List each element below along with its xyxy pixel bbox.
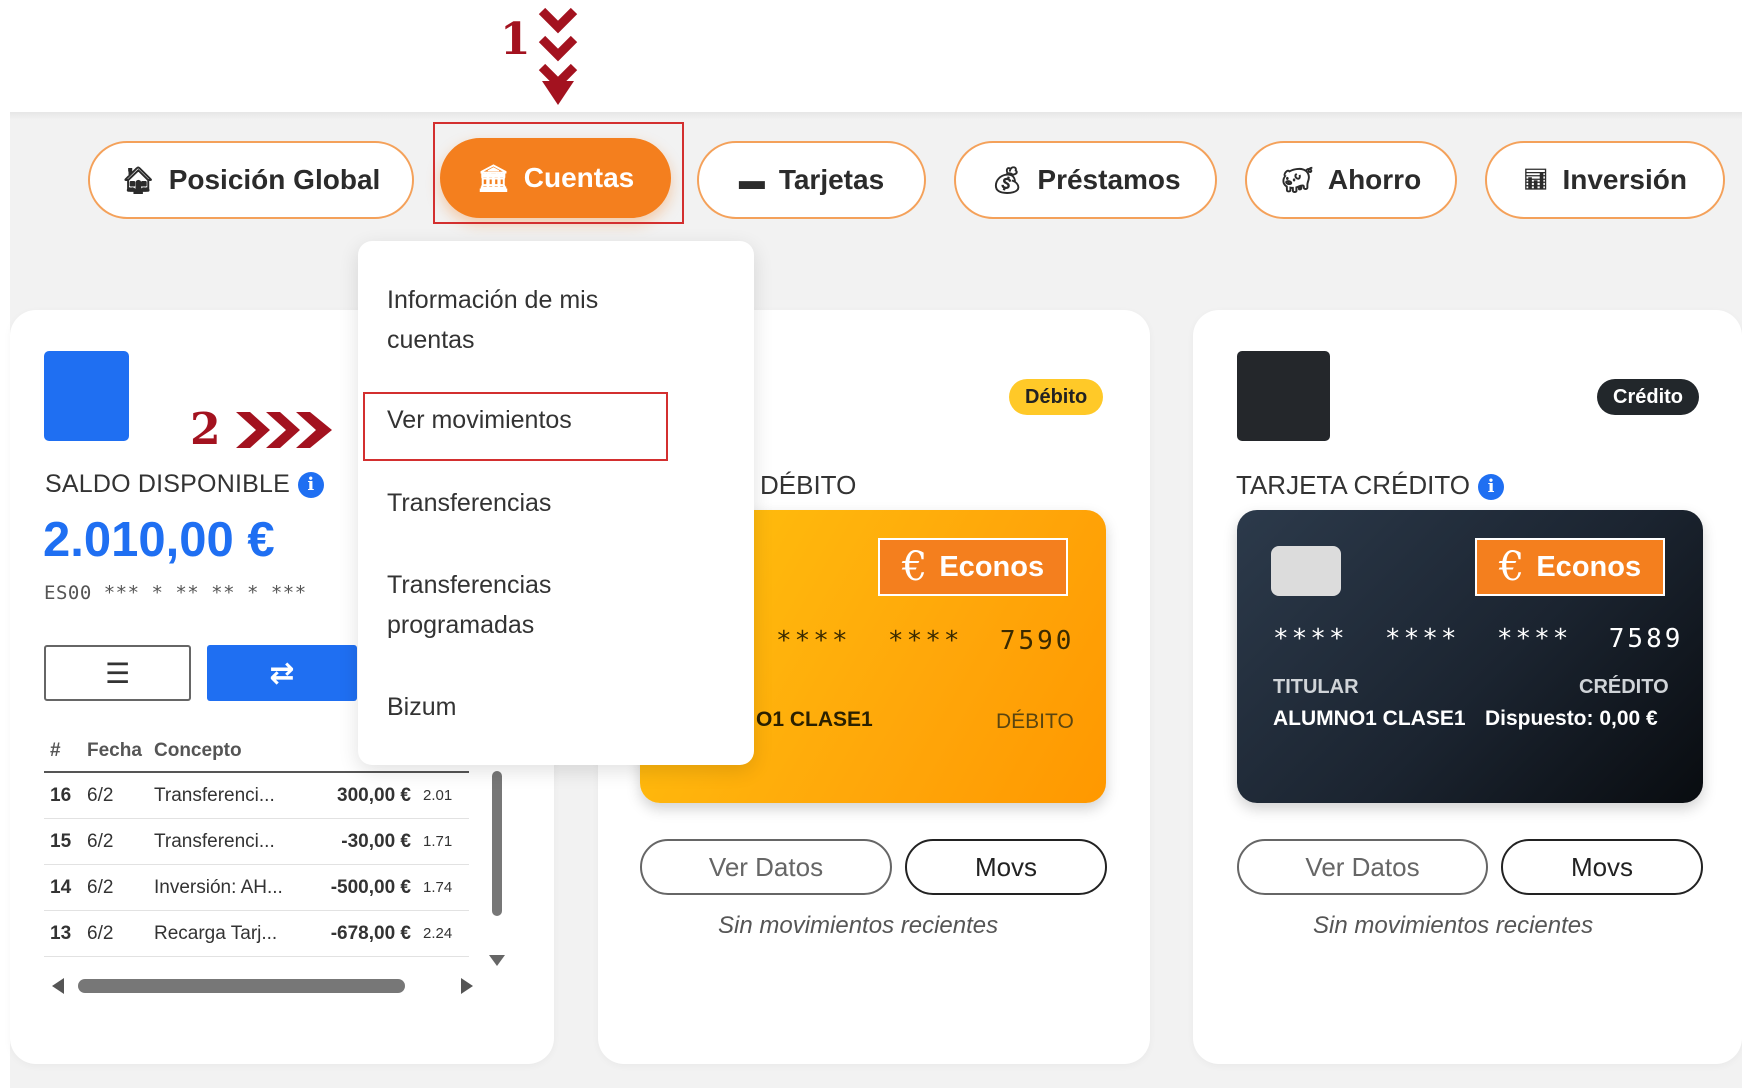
nav-tarjetas[interactable]: ▬ Tarjetas bbox=[697, 141, 926, 219]
credit-card-title: TARJETA CRÉDITO i bbox=[1236, 470, 1505, 501]
debit-card-number: **** **** 7590 bbox=[776, 626, 1075, 656]
credit-no-movements-text: Sin movimientos recientes bbox=[1313, 912, 1594, 939]
debit-badge: Débito bbox=[1009, 379, 1104, 415]
cell-date: 6/2 bbox=[81, 910, 148, 957]
credit-holder-name: ALUMNO1 CLASE1 bbox=[1273, 707, 1466, 730]
step-2-arrow-icon bbox=[236, 412, 332, 448]
table-row[interactable]: 14 6/2 Inversión: AH... -500,00 € 1.74 bbox=[44, 864, 469, 911]
debit-no-movements-text: Sin movimientos recientes bbox=[718, 912, 999, 939]
credit-card-icon: ▬ bbox=[738, 165, 765, 195]
cell-concept: Transferenci... bbox=[148, 772, 320, 819]
cell-balance: 1.74 bbox=[417, 864, 469, 911]
horizontal-scroll-thumb[interactable] bbox=[78, 979, 405, 993]
debit-type-label: DÉBITO bbox=[996, 710, 1074, 733]
credit-card-number: **** **** **** 7589 bbox=[1273, 624, 1684, 654]
econos-swoosh-icon: € bbox=[1498, 544, 1525, 590]
nav-label: Tarjetas bbox=[778, 164, 885, 195]
econos-logo: € Econos bbox=[878, 538, 1068, 596]
nav-label: Préstamos bbox=[1037, 164, 1181, 195]
nav-posicion-global[interactable]: 🏠︎ Posición Global bbox=[88, 141, 414, 219]
cell-concept: Recarga Tarj... bbox=[148, 910, 320, 957]
nav-label: Ahorro bbox=[1327, 164, 1422, 195]
menu-item-transferencias[interactable]: Transferencias bbox=[387, 483, 551, 523]
step-1-arrow-icon bbox=[538, 7, 578, 105]
piggy-bank-icon: 🐖︎ bbox=[1280, 165, 1314, 195]
credit-color-swatch bbox=[1237, 351, 1330, 441]
saldo-amount: 2.010,00 € bbox=[43, 513, 275, 567]
list-movements-button[interactable]: ☰ bbox=[44, 645, 191, 701]
credit-card-visual[interactable]: € Econos **** **** **** 7589 TITULAR CRÉ… bbox=[1237, 510, 1703, 803]
menu-item-informacion-cuentas[interactable]: Información de mis cuentas bbox=[387, 280, 687, 360]
econos-brand-text: Econos bbox=[939, 550, 1045, 583]
cell-balance: 2.24 bbox=[417, 910, 469, 957]
card-chip-icon bbox=[1271, 546, 1341, 596]
credit-badge: Crédito bbox=[1597, 379, 1699, 415]
table-row[interactable]: 13 6/2 Recarga Tarj... -678,00 € 2.24 bbox=[44, 910, 469, 957]
transfer-arrows-icon: ⇄ bbox=[269, 656, 295, 690]
cell-date: 6/2 bbox=[81, 818, 148, 865]
scroll-down-arrow-icon[interactable] bbox=[489, 955, 505, 966]
list-icon: ☰ bbox=[104, 657, 131, 689]
credit-movs-button[interactable]: Movs bbox=[1501, 839, 1703, 895]
step-2-highlight-box bbox=[363, 392, 668, 461]
debit-ver-datos-button[interactable]: Ver Datos bbox=[640, 839, 892, 895]
transfer-button[interactable]: ⇄ bbox=[207, 645, 357, 701]
col-header: Concepto bbox=[148, 731, 320, 773]
cell-number: 13 bbox=[44, 910, 81, 957]
cell-amount: -30,00 € bbox=[320, 818, 417, 865]
table-row[interactable]: 16 6/2 Transferenci... 300,00 € 2.01 bbox=[44, 772, 469, 819]
credit-ver-datos-button[interactable]: Ver Datos bbox=[1237, 839, 1488, 895]
info-icon[interactable]: i bbox=[1478, 473, 1505, 500]
econos-swoosh-icon: € bbox=[901, 544, 928, 590]
col-header: Fecha bbox=[81, 731, 148, 773]
step-1-highlight-box bbox=[433, 122, 684, 224]
col-header: # bbox=[44, 731, 81, 773]
menu-item-bizum[interactable]: Bizum bbox=[387, 687, 456, 727]
top-strip bbox=[0, 0, 1742, 112]
scroll-right-arrow-icon[interactable] bbox=[461, 978, 473, 994]
cell-date: 6/2 bbox=[81, 772, 148, 819]
step-2-label: 2 bbox=[190, 404, 221, 455]
credit-holder-label: TITULAR bbox=[1273, 676, 1359, 698]
nav-inversion[interactable]: 📊︎ Inversión bbox=[1485, 141, 1725, 219]
debit-card-title: DÉBITO bbox=[760, 470, 857, 500]
step-1-label: 1 bbox=[500, 14, 531, 65]
header-shadow bbox=[10, 112, 1742, 120]
saldo-label: SALDO DISPONIBLE i bbox=[45, 470, 324, 499]
cell-amount: -500,00 € bbox=[320, 864, 417, 911]
account-color-swatch bbox=[44, 351, 129, 441]
econos-logo: € Econos bbox=[1475, 538, 1665, 596]
cell-concept: Inversión: AH... bbox=[148, 864, 320, 911]
cell-number: 16 bbox=[44, 772, 81, 819]
saldo-label-text: SALDO DISPONIBLE bbox=[45, 470, 290, 498]
hand-holding-dollar-icon: 💰︎ bbox=[990, 165, 1024, 195]
nav-label: Inversión bbox=[1562, 164, 1687, 195]
cell-date: 6/2 bbox=[81, 864, 148, 911]
cell-number: 14 bbox=[44, 864, 81, 911]
credit-type-label: CRÉDITO bbox=[1579, 676, 1669, 698]
cell-balance: 2.01 bbox=[417, 772, 469, 819]
home-icon: 🏠︎ bbox=[121, 165, 155, 195]
cell-amount: 300,00 € bbox=[320, 772, 417, 819]
cell-concept: Transferenci... bbox=[148, 818, 320, 865]
debit-movs-button[interactable]: Movs bbox=[905, 839, 1107, 895]
cell-number: 15 bbox=[44, 818, 81, 865]
nav-label: Posición Global bbox=[168, 164, 381, 195]
cell-amount: -678,00 € bbox=[320, 910, 417, 957]
table-row[interactable]: 15 6/2 Transferenci... -30,00 € 1.71 bbox=[44, 818, 469, 865]
econos-brand-text: Econos bbox=[1536, 550, 1642, 583]
vertical-scroll-thumb[interactable] bbox=[492, 771, 502, 916]
menu-item-transferencias-programadas[interactable]: Transferencias programadas bbox=[387, 565, 607, 645]
debit-holder-name: O1 CLASE1 bbox=[756, 708, 873, 731]
credit-dispuesto: Dispuesto: 0,00 € bbox=[1485, 707, 1658, 730]
nav-prestamos[interactable]: 💰︎ Préstamos bbox=[954, 141, 1217, 219]
account-iban: ES00 *** * ** ** * *** bbox=[44, 582, 307, 604]
chart-icon: 📊︎ bbox=[1523, 169, 1549, 191]
cell-balance: 1.71 bbox=[417, 818, 469, 865]
scroll-left-arrow-icon[interactable] bbox=[52, 978, 64, 994]
nav-ahorro[interactable]: 🐖︎ Ahorro bbox=[1245, 141, 1457, 219]
credit-card-title-text: TARJETA CRÉDITO bbox=[1236, 470, 1471, 500]
info-icon[interactable]: i bbox=[297, 471, 324, 498]
